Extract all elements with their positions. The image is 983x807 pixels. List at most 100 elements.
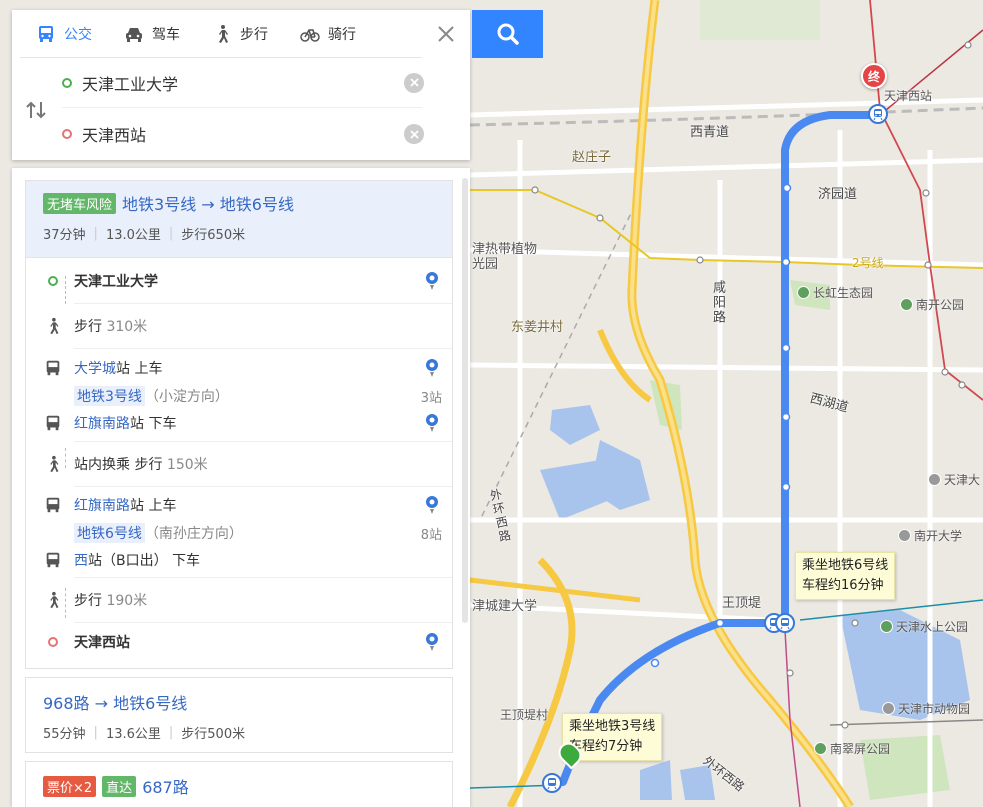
tab-drive[interactable]: 驾车 bbox=[108, 10, 196, 58]
park-icon bbox=[900, 298, 913, 311]
step-text: 步行 bbox=[74, 319, 102, 335]
step-walk-1[interactable]: 步行 310米 bbox=[26, 304, 452, 348]
bike-icon bbox=[300, 28, 320, 42]
step-alight-1[interactable]: 红旗南路 站 下车 bbox=[26, 405, 452, 441]
route-results-panel[interactable]: 无堵车风险 地铁3号线 → 地铁6号线 37分钟 | 13.0公里 | 步行65… bbox=[12, 168, 470, 807]
bubble-text: 乘坐地铁6号线 bbox=[802, 558, 889, 573]
route-meta: 37分钟 | 13.0公里 | 步行650米 bbox=[43, 224, 435, 243]
step-line-2[interactable]: 地铁6号线 （南孙庄方向） 8站 bbox=[26, 523, 452, 543]
step-distance: 150米 bbox=[166, 457, 208, 473]
walk-icon bbox=[42, 316, 64, 336]
route-option-2[interactable]: 968路 → 地铁6号线 55分钟 | 13.6公里 | 步行500米 bbox=[25, 677, 453, 753]
step-text: 步行 bbox=[74, 593, 102, 609]
station-suffix: 站 bbox=[130, 498, 144, 514]
step-line-1[interactable]: 地铁3号线 （小淀方向） 3站 bbox=[26, 386, 452, 406]
close-button[interactable] bbox=[432, 20, 460, 48]
poi-label: 南开公园 bbox=[916, 298, 965, 312]
poi-zoo[interactable]: 天津市动物园 bbox=[882, 700, 970, 717]
stop-count: 8站 bbox=[420, 527, 442, 543]
location-pin-icon[interactable] bbox=[424, 495, 440, 515]
location-pin-icon[interactable] bbox=[424, 358, 440, 378]
scrollbar[interactable] bbox=[462, 178, 468, 623]
zoo-icon bbox=[882, 702, 895, 715]
poi-label: 天津水上公园 bbox=[896, 620, 969, 634]
poi-nankai-park[interactable]: 南开公园 bbox=[900, 296, 964, 313]
bus-icon bbox=[42, 358, 64, 378]
route-option-1[interactable]: 无堵车风险 地铁3号线 → 地铁6号线 37分钟 | 13.0公里 | 步行65… bbox=[25, 180, 453, 669]
walk-icon bbox=[42, 590, 64, 610]
step-action: 上车 bbox=[134, 361, 163, 377]
station-link[interactable]: 红旗南路 bbox=[74, 413, 130, 433]
station-link[interactable]: 红旗南路 bbox=[74, 495, 130, 515]
route-title: 687路 bbox=[142, 778, 189, 797]
park-icon bbox=[880, 620, 893, 633]
station-suffix: 站 bbox=[116, 361, 130, 377]
map-label-wangdingdi-village: 王顶堤村 bbox=[500, 708, 549, 722]
tab-transit[interactable]: 公交 bbox=[20, 10, 108, 58]
origin-input[interactable] bbox=[82, 73, 382, 92]
tab-bike[interactable]: 骑行 bbox=[284, 10, 372, 58]
destination-input[interactable] bbox=[82, 124, 382, 144]
step-board-1[interactable]: 大学城 站 上车 bbox=[26, 349, 452, 387]
step-end[interactable]: 天津西站 bbox=[26, 623, 452, 661]
subway-station-icon[interactable] bbox=[775, 613, 795, 633]
step-board-2[interactable]: 红旗南路 站 上车 bbox=[26, 487, 452, 523]
route-option-header[interactable]: 无堵车风险 地铁3号线 → 地铁6号线 37分钟 | 13.0公里 | 步行65… bbox=[26, 181, 452, 258]
end-marker[interactable]: 终 bbox=[861, 63, 889, 101]
route-duration: 55分钟 bbox=[43, 727, 86, 742]
clear-origin-button[interactable] bbox=[404, 72, 424, 93]
bus-icon bbox=[42, 413, 64, 433]
map-label-chengjian: 津城建大学 bbox=[472, 599, 538, 614]
step-walk-2[interactable]: 步行 190米 bbox=[26, 578, 452, 622]
poi-nancui[interactable]: 南翠屏公园 bbox=[814, 740, 890, 757]
separator: | bbox=[168, 226, 174, 241]
poi-label: 天津市动物园 bbox=[898, 702, 971, 716]
bus-icon bbox=[42, 495, 64, 515]
location-pin-icon[interactable] bbox=[424, 271, 440, 291]
station-link[interactable]: 西 bbox=[74, 550, 88, 570]
step-alight-2[interactable]: 西 站（B口出） 下车 bbox=[26, 543, 452, 577]
line-link[interactable]: 地铁3号线 bbox=[74, 386, 145, 406]
location-pin-icon[interactable] bbox=[424, 413, 440, 433]
step-action: 下车 bbox=[148, 416, 177, 432]
direct-badge: 直达 bbox=[102, 775, 137, 797]
start-marker[interactable] bbox=[554, 738, 586, 778]
map-label-dongjiang: 东姜井村 bbox=[511, 320, 564, 335]
destination-field bbox=[62, 109, 424, 159]
walk-icon bbox=[219, 24, 228, 43]
line-direction: （南孙庄方向） bbox=[144, 526, 243, 542]
step-start-label: 天津工业大学 bbox=[74, 273, 158, 290]
clear-icon bbox=[409, 78, 419, 87]
search-icon bbox=[497, 23, 519, 45]
park-icon bbox=[814, 742, 827, 755]
origin-field bbox=[62, 58, 424, 108]
search-button[interactable] bbox=[472, 10, 543, 58]
step-start[interactable]: 天津工业大学 bbox=[26, 258, 452, 303]
school-icon bbox=[898, 529, 911, 542]
station-suffix: 站 bbox=[130, 416, 144, 432]
station-suffix: 站（B口出） bbox=[88, 553, 168, 569]
route-walk-distance: 步行650米 bbox=[181, 228, 246, 243]
poi-shuishang[interactable]: 天津水上公园 bbox=[880, 618, 968, 635]
start-marker-pin bbox=[554, 738, 586, 770]
line-link[interactable]: 地铁6号线 bbox=[74, 523, 145, 543]
station-link[interactable]: 大学城 bbox=[74, 358, 116, 378]
swap-button[interactable] bbox=[24, 98, 48, 122]
tab-walk[interactable]: 步行 bbox=[196, 10, 284, 58]
tab-bike-label: 骑行 bbox=[328, 26, 356, 43]
step-distance: 310米 bbox=[106, 319, 148, 335]
clear-destination-button[interactable] bbox=[404, 124, 424, 144]
location-pin-icon[interactable] bbox=[424, 632, 440, 652]
map-label-tropical-2: 光园 bbox=[472, 257, 499, 272]
poi-tianjin-univ[interactable]: 天津大 bbox=[928, 471, 980, 488]
subway-station-icon[interactable] bbox=[868, 104, 888, 124]
poi-changhong[interactable]: 长虹生态园 bbox=[797, 284, 873, 301]
route-title: 968路 → 地铁6号线 bbox=[43, 694, 188, 713]
poi-nankai-univ[interactable]: 南开大学 bbox=[898, 527, 962, 544]
bubble-text: 车程约16分钟 bbox=[802, 578, 884, 593]
route-option-3[interactable]: 票价×2 直达 687路 bbox=[25, 761, 453, 807]
route-search-panel: 公交 驾车 步行 骑行 bbox=[12, 10, 470, 160]
car-icon bbox=[126, 27, 142, 42]
step-action: 上车 bbox=[148, 498, 177, 514]
step-transfer[interactable]: 站内换乘 步行 150米 bbox=[26, 442, 452, 486]
